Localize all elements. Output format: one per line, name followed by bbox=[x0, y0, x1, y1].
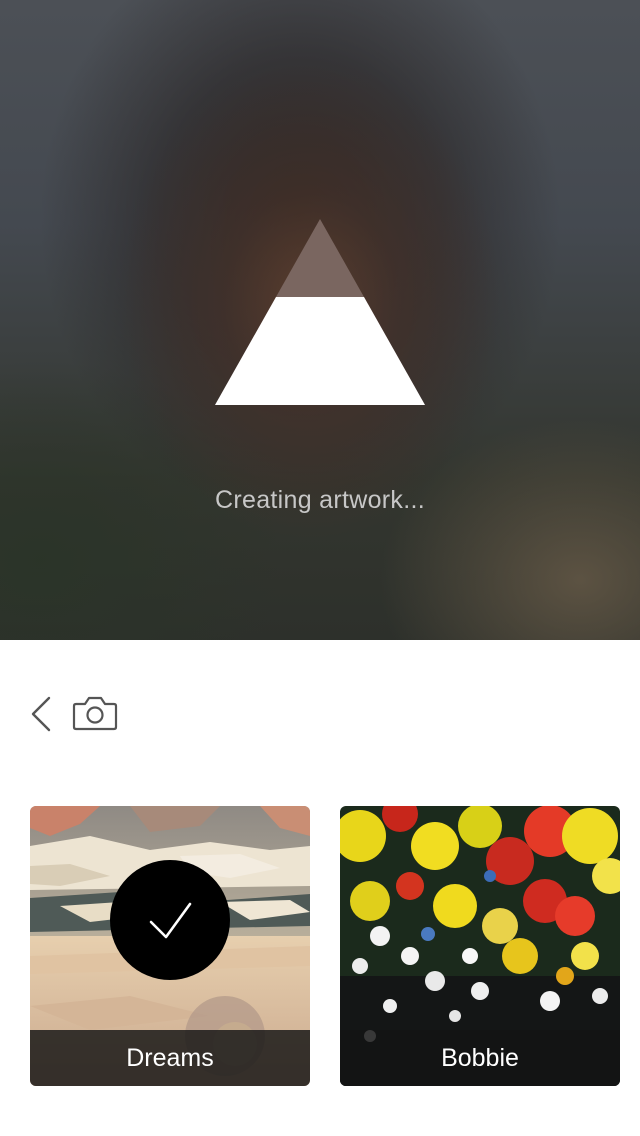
style-tile-bobbie[interactable]: Bobbie bbox=[340, 806, 620, 1086]
toolbar bbox=[0, 640, 640, 780]
back-button[interactable] bbox=[22, 692, 62, 736]
camera-button[interactable] bbox=[70, 692, 120, 736]
artwork-preview: Creating artwork... bbox=[0, 0, 640, 640]
style-tiles: Dreams Bobbie bbox=[0, 806, 640, 1088]
style-label: Bobbie bbox=[441, 1044, 519, 1072]
checkmark-icon bbox=[149, 902, 192, 939]
camera-icon bbox=[72, 696, 118, 731]
selected-badge bbox=[110, 860, 230, 980]
status-text: Creating artwork... bbox=[215, 486, 425, 514]
style-label: Dreams bbox=[126, 1044, 214, 1072]
chevron-left-icon bbox=[31, 696, 51, 732]
style-tile-dreams[interactable]: Dreams bbox=[30, 806, 310, 1086]
mountain-triangle-icon bbox=[215, 219, 425, 405]
